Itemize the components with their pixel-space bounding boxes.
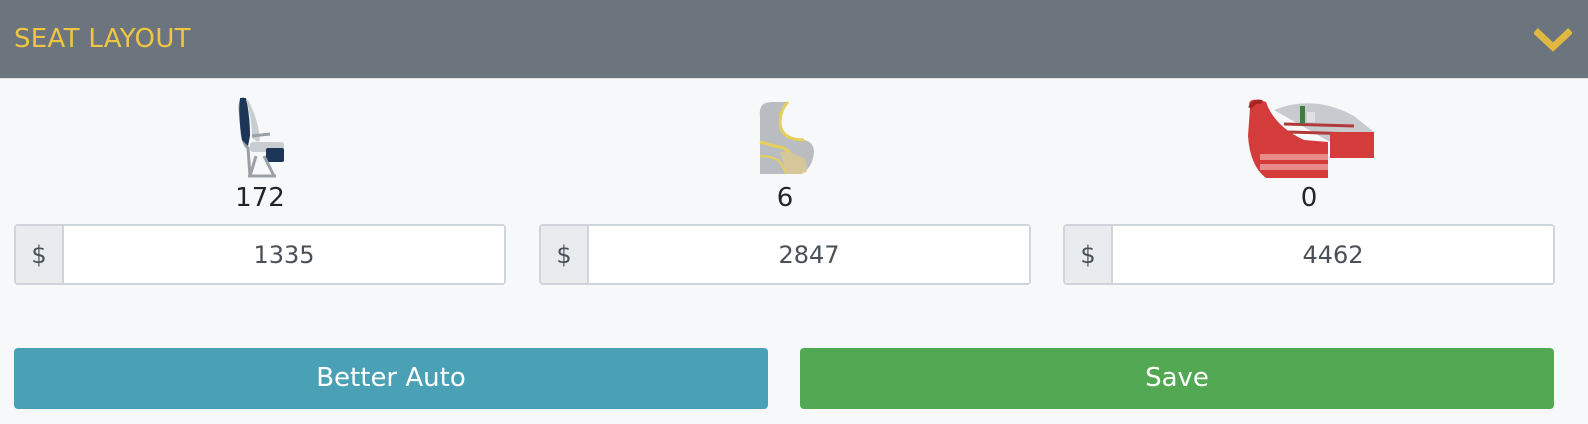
currency-addon: $ bbox=[1065, 226, 1113, 283]
economy-price-input[interactable] bbox=[64, 226, 504, 283]
price-input-group: $ bbox=[14, 224, 506, 285]
better-auto-button[interactable]: Better Auto bbox=[14, 348, 768, 409]
first-class-seat-icon bbox=[1248, 99, 1374, 178]
first-price-input[interactable] bbox=[1113, 226, 1553, 283]
save-button[interactable]: Save bbox=[800, 348, 1554, 409]
currency-addon: $ bbox=[16, 226, 64, 283]
price-input-group: $ bbox=[539, 224, 1031, 285]
section-title: SEAT LAYOUT bbox=[14, 24, 191, 54]
seat-class-business: 6 $ bbox=[539, 92, 1031, 285]
economy-seat-icon bbox=[238, 96, 284, 178]
chevron-down-icon[interactable] bbox=[1534, 27, 1572, 53]
seat-count: 6 bbox=[776, 183, 794, 213]
seat-count: 172 bbox=[235, 183, 285, 213]
seat-class-first: 0 $ bbox=[1063, 92, 1555, 285]
seat-class-economy: 172 $ bbox=[14, 92, 506, 285]
business-price-input[interactable] bbox=[589, 226, 1029, 283]
price-input-group: $ bbox=[1063, 224, 1555, 285]
currency-addon: $ bbox=[541, 226, 589, 283]
section-header[interactable]: SEAT LAYOUT bbox=[0, 0, 1588, 79]
seat-count: 0 bbox=[1300, 183, 1318, 213]
business-seat-icon bbox=[759, 100, 814, 175]
